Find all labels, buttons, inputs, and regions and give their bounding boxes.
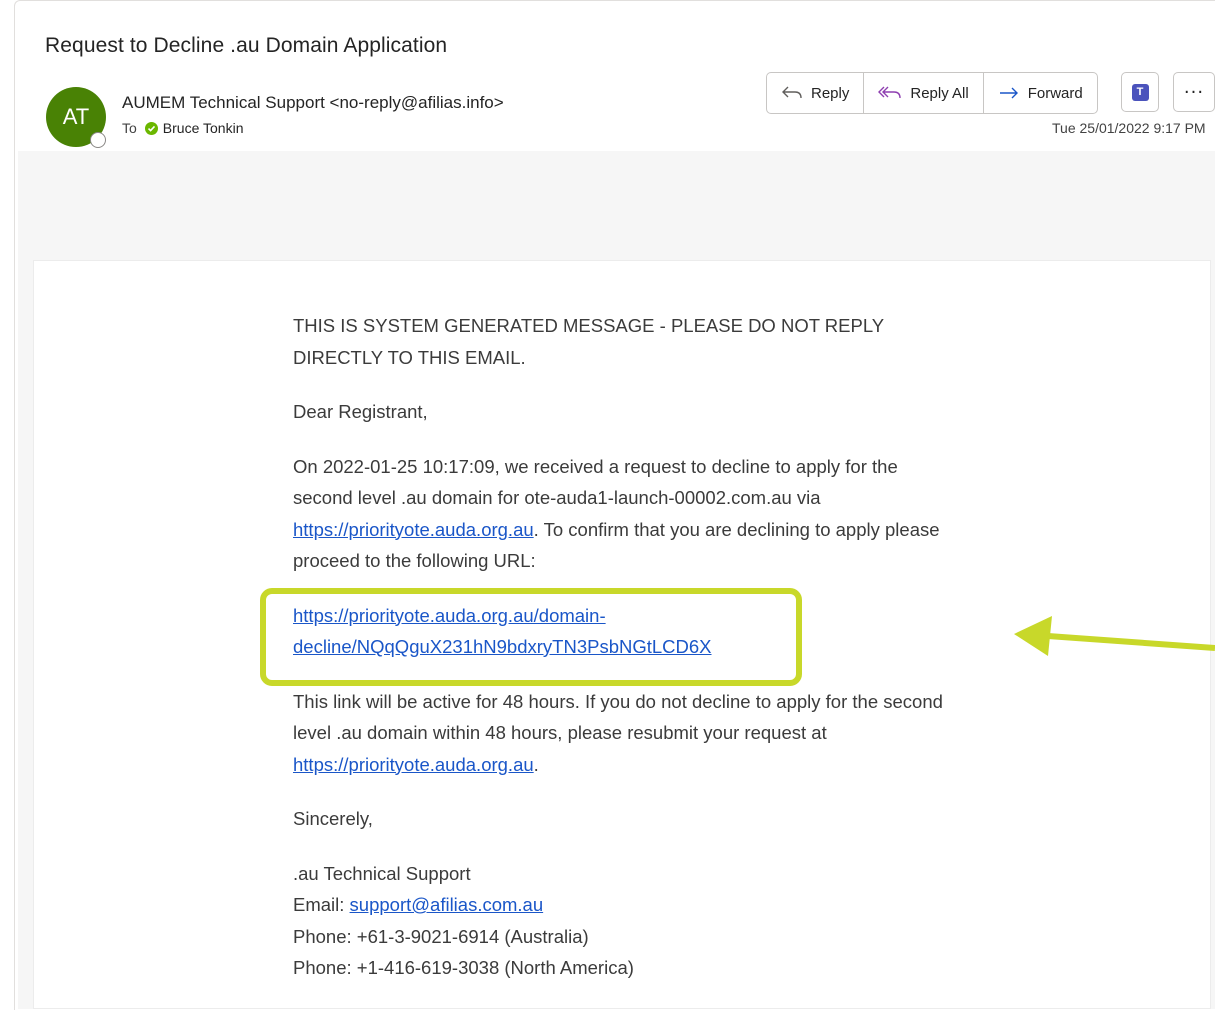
signature-name: .au Technical Support	[293, 862, 471, 884]
expiry-paragraph: This link will be active for 48 hours. I…	[293, 690, 943, 775]
forward-label: Forward	[1027, 84, 1083, 102]
annotation-arrow-icon	[1014, 616, 1215, 656]
phone-north-america: Phone: +1-416-619-3038 (North America)	[293, 957, 634, 978]
sender-name[interactable]: AUMEM Technical Support <no-reply@afilia…	[122, 93, 504, 113]
email-subject: Request to Decline .au Domain Applicatio…	[45, 34, 448, 57]
more-actions-button[interactable]: ···	[1173, 72, 1215, 112]
reply-all-button[interactable]: Reply All	[864, 73, 984, 113]
support-email-link[interactable]: support@afilias.com.au	[350, 894, 544, 915]
recipient-name[interactable]: Bruce Tonkin	[163, 120, 244, 136]
reply-icon	[782, 86, 802, 99]
greeting: Dear Registrant,	[293, 401, 428, 422]
teams-icon: T	[1131, 83, 1149, 101]
to-label: To	[122, 120, 137, 136]
signature: .au Technical Support Email: support@afi…	[293, 862, 634, 979]
teams-share-button[interactable]: T	[1121, 72, 1159, 112]
recipient-line: To Bruce Tonkin	[122, 120, 243, 136]
system-warning: THIS IS SYSTEM GENERATED MESSAGE - PLEAS…	[293, 315, 884, 368]
reply-all-icon	[878, 86, 902, 99]
resubmit-link[interactable]: https://priorityote.auda.org.au	[293, 754, 534, 775]
presence-status-icon	[90, 132, 106, 148]
available-check-icon	[144, 121, 158, 135]
reply-button[interactable]: Reply	[767, 73, 865, 113]
priority-site-link[interactable]: https://priorityote.auda.org.au	[293, 519, 534, 540]
decline-url: https://priorityote.auda.org.au/domain-d…	[293, 600, 953, 663]
reply-all-label: Reply All	[910, 84, 969, 102]
closing: Sincerely,	[293, 808, 373, 829]
request-paragraph: On 2022-01-25 10:17:09, we received a re…	[293, 455, 940, 572]
avatar-initials: AT	[62, 104, 90, 129]
more-icon: ···	[1183, 81, 1205, 103]
decline-link[interactable]: https://priorityote.auda.org.au/domain-d…	[293, 605, 712, 658]
message-actions: Reply Reply All Forward	[766, 72, 1098, 114]
received-date: Tue 25/01/2022 9:17 PM	[1052, 120, 1206, 136]
reply-label: Reply	[811, 84, 850, 102]
message-body: THIS IS SYSTEM GENERATED MESSAGE - PLEAS…	[293, 310, 953, 1007]
forward-arrow-icon	[999, 87, 1018, 99]
forward-button[interactable]: Forward	[984, 73, 1097, 113]
phone-australia: Phone: +61-3-9021-6914 (Australia)	[293, 925, 589, 947]
